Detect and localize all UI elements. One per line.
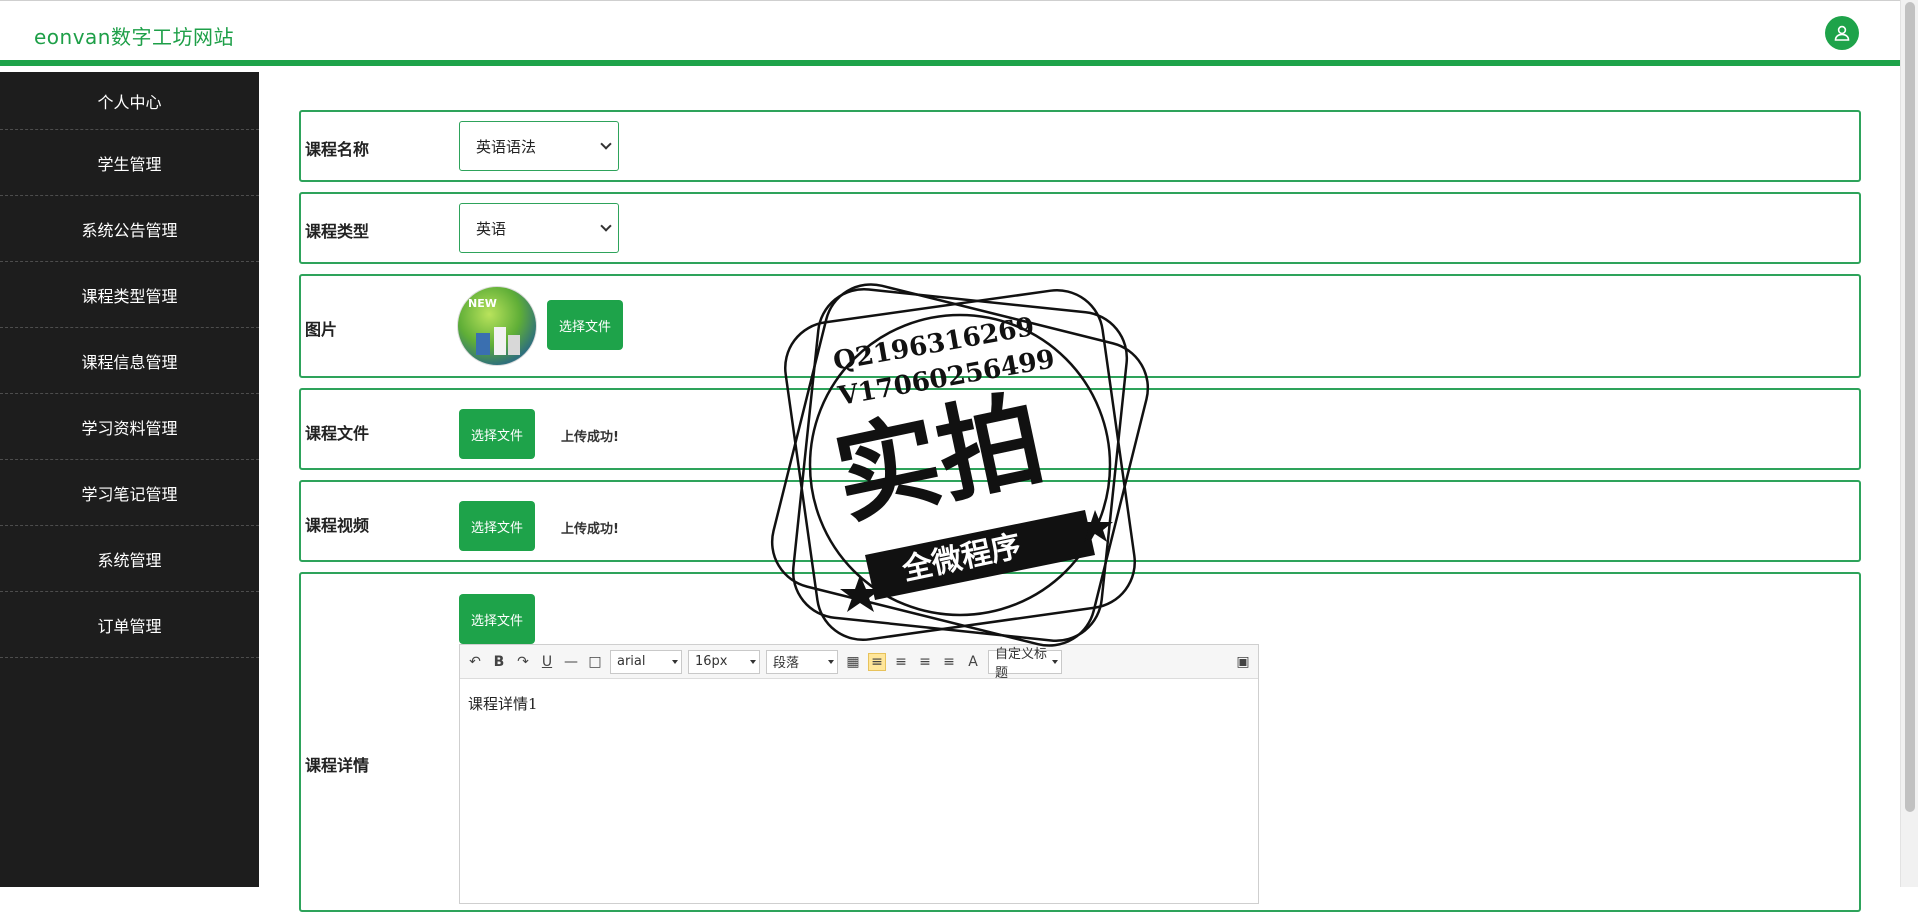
course-video-label: 课程视频 [305, 516, 370, 535]
course-file-choose-button[interactable]: 选择文件 [459, 409, 535, 459]
image-choose-file-button[interactable]: 选择文件 [547, 300, 623, 350]
align-center-icon[interactable]: ≡ [916, 653, 934, 671]
course-file-label: 课程文件 [305, 424, 370, 443]
chevron-down-icon [750, 659, 756, 664]
chevron-down-icon [1052, 659, 1058, 664]
sidebar: 个人中心 学生管理 系统公告管理 课程类型管理 课程信息管理 学习资料管理 学习… [0, 72, 259, 887]
chevron-down-icon [600, 138, 612, 150]
sidebar-item-system-management[interactable]: 系统管理 [0, 526, 259, 592]
sidebar-item-announcement-management[interactable]: 系统公告管理 [0, 196, 259, 262]
course-file-status: 上传成功! [561, 430, 619, 445]
sidebar-item-order-management[interactable]: 订单管理 [0, 592, 259, 658]
paragraph-value: 段落 [773, 656, 800, 671]
top-header: eonvan数字工坊网站 [0, 0, 1900, 66]
chevron-down-icon [600, 220, 612, 232]
sidebar-item-personal-center[interactable]: 个人中心 [0, 72, 259, 130]
sidebar-item-study-material-management[interactable]: 学习资料管理 [0, 394, 259, 460]
course-file-row: 课程文件 选择文件 上传成功! [299, 388, 1861, 470]
course-type-label: 课程类型 [305, 222, 370, 241]
underline-icon[interactable]: U [538, 653, 556, 671]
user-icon [1834, 25, 1850, 41]
undo-icon[interactable]: ↶ [466, 653, 484, 671]
sidebar-item-study-notes-management[interactable]: 学习笔记管理 [0, 460, 259, 526]
course-name-row: 课程名称 英语语法 [299, 110, 1861, 182]
course-detail-label: 课程详情 [305, 756, 370, 775]
sidebar-item-student-management[interactable]: 学生管理 [0, 130, 259, 196]
course-detail-row: 课程详情 选择文件 ↶ B ↷ U — □ arial 16px 段落 ▦ ≡ … [299, 572, 1861, 912]
font-size-value: 16px [695, 654, 728, 669]
align-justify-icon[interactable]: ≡ [940, 653, 958, 671]
custom-title-value: 自定义标题 [995, 646, 1048, 681]
editor-content[interactable]: 课程详情1 [460, 679, 1258, 728]
paragraph-select[interactable]: 段落 [766, 649, 838, 674]
image-label: 图片 [305, 320, 338, 339]
page-scrollbar[interactable] [1900, 0, 1918, 887]
course-image-thumbnail: NEW [457, 286, 537, 366]
course-name-value: 英语语法 [476, 137, 537, 156]
course-type-value: 英语 [476, 219, 507, 238]
bold-icon[interactable]: B [490, 653, 508, 671]
course-video-choose-button[interactable]: 选择文件 [459, 501, 535, 551]
user-avatar-button[interactable] [1825, 16, 1859, 50]
align-left-icon[interactable]: ≡ [868, 652, 886, 671]
rich-text-editor: ↶ B ↷ U — □ arial 16px 段落 ▦ ≡ ≡ ≡ ≡ A 自定… [459, 644, 1259, 904]
course-type-row: 课程类型 英语 [299, 192, 1861, 264]
table-icon[interactable]: ▦ [844, 653, 862, 671]
site-brand: eonvan数字工坊网站 [34, 25, 234, 49]
image-row: 图片 NEW 选择文件 [299, 274, 1861, 378]
redo-icon[interactable]: ↷ [514, 653, 532, 671]
chevron-down-icon [828, 659, 834, 664]
course-name-label: 课程名称 [305, 140, 370, 159]
font-size-select[interactable]: 16px [688, 649, 760, 674]
font-color-icon[interactable]: A [964, 653, 982, 671]
scrollbar-thumb[interactable] [1905, 2, 1915, 812]
sidebar-item-course-info-management[interactable]: 课程信息管理 [0, 328, 259, 394]
course-type-select[interactable]: 英语 [459, 203, 619, 253]
course-video-status: 上传成功! [561, 522, 619, 537]
preview-icon[interactable]: ▣ [1234, 653, 1252, 671]
horizontal-rule-icon[interactable]: — [562, 653, 580, 671]
custom-title-select[interactable]: 自定义标题 [988, 647, 1062, 681]
align-right-icon[interactable]: ≡ [892, 653, 910, 671]
main-content: 课程名称 英语语法 课程类型 英语 图片 NEW 选择文件 课程文件 选择文件 … [259, 72, 1900, 912]
chevron-down-icon [672, 659, 678, 664]
course-detail-choose-button[interactable]: 选择文件 [459, 594, 535, 644]
font-family-select[interactable]: arial [610, 649, 682, 674]
svg-text:NEW: NEW [468, 297, 497, 310]
course-name-select[interactable]: 英语语法 [459, 121, 619, 171]
course-video-row: 课程视频 选择文件 上传成功! [299, 480, 1861, 562]
editor-toolbar: ↶ B ↷ U — □ arial 16px 段落 ▦ ≡ ≡ ≡ ≡ A 自定… [460, 645, 1258, 681]
sidebar-item-course-type-management[interactable]: 课程类型管理 [0, 262, 259, 328]
document-icon[interactable]: □ [586, 653, 604, 671]
font-family-value: arial [617, 654, 646, 669]
